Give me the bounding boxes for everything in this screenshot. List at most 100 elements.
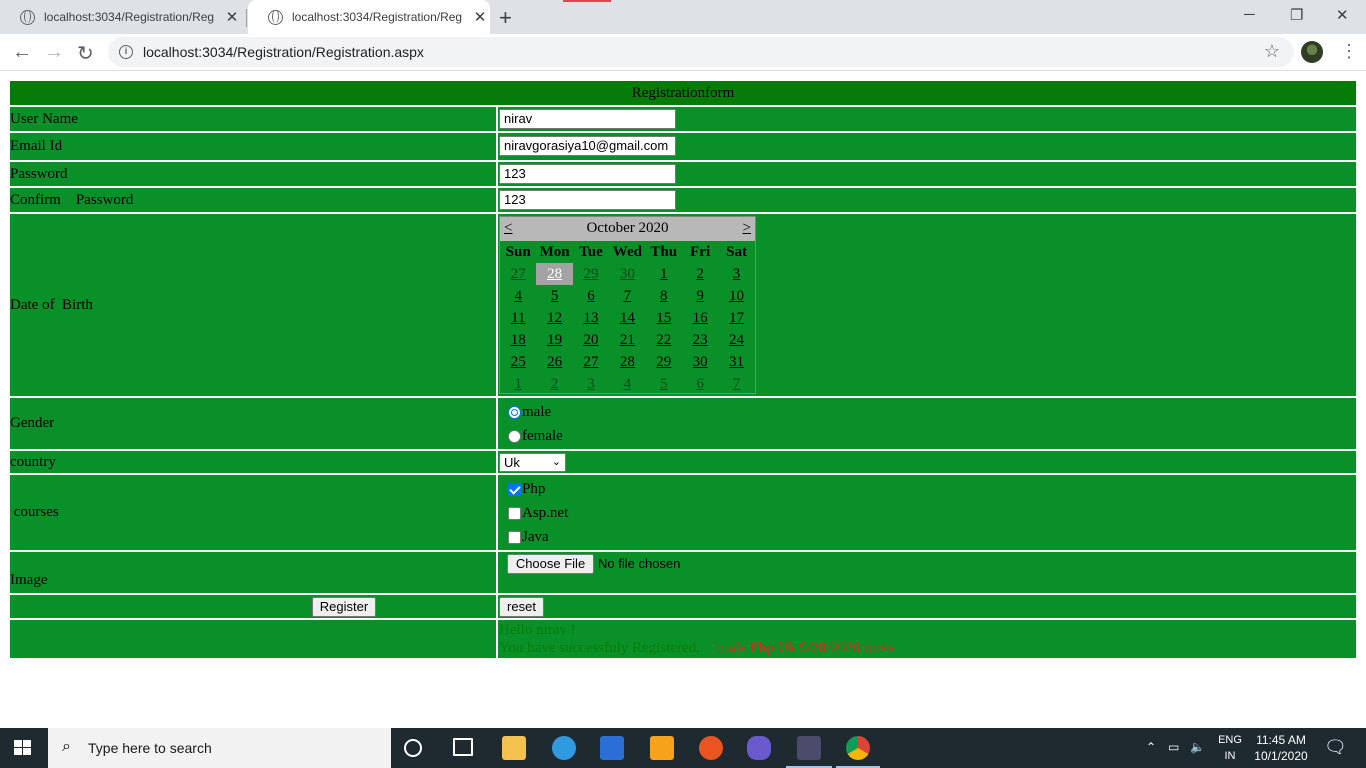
calendar-day[interactable]: 5 <box>536 285 572 307</box>
calendar-day[interactable]: 24 <box>718 329 754 351</box>
calendar-day[interactable]: 29 <box>573 263 609 285</box>
taskbar-clock[interactable]: 11:45 AM 10/1/2020 <box>1250 732 1312 764</box>
calendar-day[interactable]: 27 <box>500 263 536 285</box>
calendar-next-link[interactable]: > <box>743 220 751 237</box>
password-input[interactable]: 123 <box>499 164 676 184</box>
sublime-icon[interactable] <box>650 736 674 760</box>
weekday-label: Sat <box>726 244 747 260</box>
calendar-day[interactable]: 12 <box>536 307 572 329</box>
volume-icon[interactable]: 🔈 <box>1190 740 1205 754</box>
file-explorer-icon[interactable] <box>502 736 526 760</box>
reset-button[interactable]: reset <box>499 597 544 617</box>
calendar-day[interactable]: 21 <box>609 329 645 351</box>
chrome-icon[interactable] <box>846 736 870 760</box>
calendar-day[interactable]: 28 <box>609 351 645 373</box>
register-button[interactable]: Register <box>312 597 376 617</box>
url-text[interactable]: localhost:3034/Registration/Registration… <box>143 44 424 60</box>
calendar-day[interactable]: 28 <box>536 263 573 285</box>
calendar-day[interactable]: 7 <box>609 285 645 307</box>
calendar-day[interactable]: 3 <box>573 373 609 395</box>
calendar-day[interactable]: 11 <box>500 307 536 329</box>
calendar-day[interactable]: 13 <box>573 307 609 329</box>
back-icon[interactable]: ← <box>12 41 32 64</box>
gender-option-female[interactable]: female <box>508 428 563 445</box>
info-icon[interactable]: i <box>119 45 133 59</box>
java-checkbox[interactable] <box>508 531 521 544</box>
menu-kebab-icon[interactable]: ⋮ <box>1340 41 1358 62</box>
store-icon[interactable] <box>600 736 624 760</box>
calendar-day[interactable]: 30 <box>682 351 718 373</box>
forward-icon[interactable]: → <box>44 41 64 64</box>
calendar-day[interactable]: 23 <box>682 329 718 351</box>
battery-icon[interactable]: ▭ <box>1168 740 1179 754</box>
calendar-day[interactable]: 31 <box>718 351 754 373</box>
calendar-day[interactable]: 10 <box>718 285 754 307</box>
chevron-up-icon[interactable]: ⌃ <box>1146 740 1156 754</box>
course-option-php[interactable]: Php <box>508 481 545 498</box>
address-bar[interactable]: i localhost:3034/Registration/Registrati… <box>108 37 1294 67</box>
calendar-day[interactable]: 4 <box>609 373 645 395</box>
minimize-icon[interactable]: ─ <box>1244 6 1255 23</box>
username-input[interactable]: nirav <box>499 109 676 129</box>
aspnet-checkbox[interactable] <box>508 507 521 520</box>
calendar-day[interactable]: 17 <box>718 307 754 329</box>
course-option-aspnet[interactable]: Asp.net <box>508 505 568 522</box>
search-placeholder[interactable]: Type here to search <box>88 740 212 756</box>
ubuntu-icon[interactable] <box>699 736 723 760</box>
calendar-day[interactable]: 20 <box>573 329 609 351</box>
task-view-icon[interactable] <box>453 738 473 756</box>
course-option-java[interactable]: Java <box>508 529 549 546</box>
email-input[interactable]: niravgorasiya10@gmail.com <box>499 136 676 156</box>
php-checkbox[interactable] <box>508 483 521 496</box>
profile-avatar[interactable] <box>1301 41 1323 63</box>
notification-icon[interactable]: 🗨 <box>1324 737 1347 758</box>
restore-icon[interactable]: ❐ <box>1290 6 1303 24</box>
calendar-day[interactable]: 5 <box>646 373 682 395</box>
calendar-day[interactable]: 30 <box>609 263 645 285</box>
taskbar-search[interactable]: ⌕ Type here to search <box>48 728 391 768</box>
calendar-day[interactable]: 27 <box>573 351 609 373</box>
reload-icon[interactable]: ↻ <box>77 41 94 66</box>
calendar-day[interactable]: 22 <box>646 329 682 351</box>
calendar-day[interactable]: 2 <box>536 373 572 395</box>
calendar-day[interactable]: 26 <box>536 351 572 373</box>
confirm-password-input[interactable]: 123 <box>499 190 676 210</box>
bookmark-star-icon[interactable]: ☆ <box>1264 41 1280 62</box>
calendar-day[interactable]: 1 <box>500 373 536 395</box>
calendar-day[interactable]: 8 <box>646 285 682 307</box>
calendar-day[interactable]: 6 <box>573 285 609 307</box>
calendar-week-row: 11 12 13 14 15 16 17 <box>500 307 755 329</box>
browser-tab-2[interactable]: localhost:3034/Registration/Regis ✕ <box>248 0 490 34</box>
browser-tab-1[interactable]: localhost:3034/Registration/Regis ✕ <box>0 0 246 34</box>
calendar-day[interactable]: 3 <box>718 263 754 285</box>
calendar-day[interactable]: 9 <box>682 285 718 307</box>
calendar-day[interactable]: 18 <box>500 329 536 351</box>
language-indicator[interactable]: ENG IN <box>1214 732 1246 764</box>
visual-studio-icon[interactable] <box>747 736 771 760</box>
male-radio[interactable] <box>508 406 521 419</box>
new-tab-icon[interactable]: + <box>499 5 512 31</box>
close-tab-icon[interactable]: ✕ <box>224 8 240 26</box>
calendar-day[interactable]: 25 <box>500 351 536 373</box>
calendar-day[interactable]: 16 <box>682 307 718 329</box>
form-title: Registrationform <box>10 81 1356 105</box>
choose-file-button[interactable]: Choose File <box>507 554 594 574</box>
close-window-icon[interactable]: ✕ <box>1336 6 1349 24</box>
calendar-day[interactable]: 2 <box>682 263 718 285</box>
female-radio[interactable] <box>508 430 521 443</box>
snipping-tool-icon[interactable] <box>797 736 821 760</box>
windows-start-icon[interactable] <box>14 740 32 756</box>
calendar-day[interactable]: 1 <box>646 263 682 285</box>
calendar-day[interactable]: 19 <box>536 329 572 351</box>
country-select[interactable]: Uk ⌄ <box>499 453 566 472</box>
cortana-icon[interactable] <box>404 739 422 757</box>
edge-icon[interactable] <box>552 736 576 760</box>
calendar-day[interactable]: 15 <box>646 307 682 329</box>
calendar-day[interactable]: 14 <box>609 307 645 329</box>
calendar-day[interactable]: 6 <box>682 373 718 395</box>
gender-option-male[interactable]: male <box>508 404 551 421</box>
calendar-day[interactable]: 4 <box>500 285 536 307</box>
calendar-day[interactable]: 7 <box>718 373 754 395</box>
close-tab-icon[interactable]: ✕ <box>472 8 488 26</box>
calendar-day[interactable]: 29 <box>646 351 682 373</box>
